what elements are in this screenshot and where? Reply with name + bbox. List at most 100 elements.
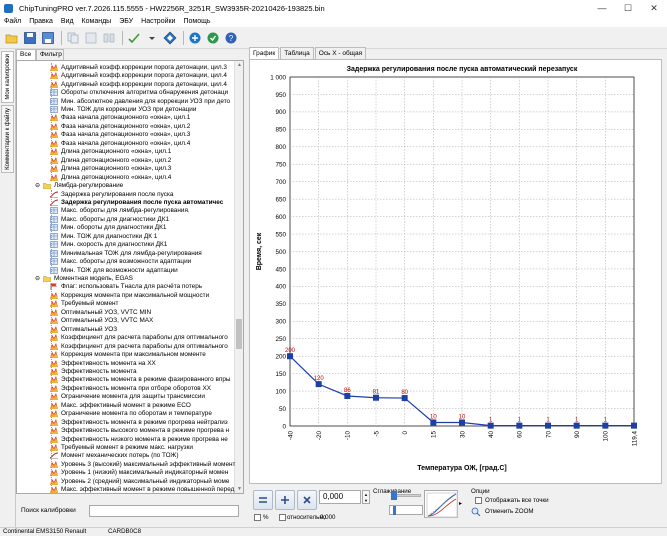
- tree-item[interactable]: Мин. скорость для диагностики ДК1: [50, 240, 167, 249]
- tree-item[interactable]: Макс. обороты для возможности адаптации: [50, 257, 191, 266]
- collapse-icon[interactable]: ⊖: [35, 275, 40, 282]
- tree-item[interactable]: Ограничение момента для защиты трансмисс…: [50, 393, 205, 402]
- menu-edit[interactable]: Правка: [25, 18, 57, 25]
- tree-item[interactable]: Коэффициент для расчета параболы для опт…: [50, 333, 228, 342]
- slider-handle[interactable]: [391, 491, 397, 500]
- dropdown-arrow-icon[interactable]: [144, 30, 160, 46]
- menu-help[interactable]: Помощь: [179, 18, 214, 25]
- tree-item[interactable]: Эффективность момента в режиме прогрева …: [50, 418, 228, 427]
- tree-item[interactable]: Мин. ТОЖ для диагностики ДК 1: [50, 232, 157, 241]
- tree-item[interactable]: Фаза начала детонационного «окна», цил.2: [50, 122, 190, 131]
- tree-item[interactable]: Коррекция момента при максимальном момен…: [50, 350, 206, 359]
- tree-item[interactable]: Эффективность момента в режиме фазирован…: [50, 376, 230, 385]
- close-button[interactable]: ✕: [641, 0, 667, 16]
- tree-item[interactable]: Мин. ТОЖ для возможности адаптации: [50, 266, 178, 275]
- tree-item[interactable]: Уровень 3 (высокий) максимальный эффекти…: [50, 460, 235, 469]
- smoothing-curve-preview[interactable]: [424, 490, 458, 518]
- add-value-button[interactable]: [275, 490, 295, 510]
- copy-icon[interactable]: [65, 30, 81, 46]
- tree-item[interactable]: Макс. эффективный момент в режиме повыше…: [50, 486, 234, 493]
- tree-item[interactable]: Макс. эффективный момент в режиме ECO: [50, 401, 191, 410]
- compare-icon[interactable]: [101, 30, 117, 46]
- tree-item[interactable]: Задержка регулирования после пуска автом…: [50, 198, 223, 207]
- paste-icon[interactable]: [83, 30, 99, 46]
- tab-all[interactable]: Все: [16, 49, 36, 60]
- tree-item[interactable]: Ограничение момента по оборотам и темпер…: [50, 409, 212, 418]
- smoothing-range[interactable]: [389, 505, 423, 515]
- tree-item[interactable]: Оптимальный УОЗ, VVTC MIN: [50, 308, 151, 317]
- tree-item[interactable]: Длина детонационного «окна», цил.3: [50, 164, 171, 173]
- diamond-icon[interactable]: [162, 30, 178, 46]
- menu-file[interactable]: Файл: [0, 18, 25, 25]
- tree-item[interactable]: Коррекция момента при максимальной мощно…: [50, 291, 209, 300]
- tree-item[interactable]: Эффективность момента при отборе оборото…: [50, 384, 211, 393]
- tree-item[interactable]: Мин. абсолютное давления для коррекции У…: [50, 97, 230, 106]
- step-up-icon[interactable]: ▲: [364, 492, 368, 497]
- value-stepper[interactable]: ▲ ▼: [362, 490, 370, 504]
- tree-item[interactable]: Задержка регулирования после пуска: [50, 190, 173, 199]
- multiply-value-button[interactable]: [297, 490, 317, 510]
- tree-item[interactable]: Коэффициент для расчета параболы для опт…: [50, 342, 228, 351]
- tree-item[interactable]: Оптимальный УОЗ: [50, 325, 117, 334]
- relative-checkbox[interactable]: [279, 514, 286, 521]
- tree-item[interactable]: Длина детонационного «окна», цил.2: [50, 156, 171, 165]
- reset-zoom-icon[interactable]: [471, 507, 481, 516]
- tab-graph[interactable]: График: [249, 47, 280, 59]
- tree-scrollbar[interactable]: ▲ ▼: [234, 61, 243, 493]
- save-icon[interactable]: [22, 30, 38, 46]
- checksum-icon[interactable]: [126, 30, 142, 46]
- chart-panel[interactable]: Задержка регулирования после пуска автом…: [249, 59, 662, 484]
- collapse-icon[interactable]: ⊖: [35, 182, 40, 189]
- tree-item[interactable]: Мин. ТОЖ для коррекции УОЗ при детонации: [50, 105, 196, 114]
- menu-view[interactable]: Вид: [57, 18, 78, 25]
- tree-item[interactable]: Макс. обороты для лямбда-регулирования.: [50, 207, 190, 216]
- tree-item[interactable]: Минимальная ТОЖ для лямбда-регулирования: [50, 249, 202, 258]
- tree-item[interactable]: Требуемый момент в режиме макс. нагрузки: [50, 443, 193, 452]
- step-down-icon[interactable]: ▼: [364, 498, 368, 503]
- tree-item[interactable]: Аддитивный коэфф.коррекции порога детона…: [50, 80, 227, 89]
- menu-settings[interactable]: Настройки: [137, 18, 179, 25]
- menu-commands[interactable]: Команды: [78, 18, 116, 25]
- curve-expand-icon[interactable]: ▸: [459, 500, 467, 510]
- set-value-button[interactable]: [253, 490, 273, 510]
- tree-item[interactable]: Длина детонационного «окна», цил.1: [50, 148, 171, 157]
- menu-ecu[interactable]: ЭБУ: [115, 18, 137, 25]
- tree-item[interactable]: Эффективность высокого момента в режиме …: [50, 426, 229, 435]
- tree-item[interactable]: Аддитивный коэфф.коррекции порога детона…: [50, 71, 227, 80]
- tree-item[interactable]: Эффективность момента на XX: [50, 359, 156, 368]
- tree-item[interactable]: Эффективность момента: [50, 367, 137, 376]
- range-handle[interactable]: [393, 506, 396, 515]
- tree-item[interactable]: Уровень 1 (низкий) максимальный индикато…: [50, 469, 228, 478]
- value-input[interactable]: 0,000: [319, 490, 361, 504]
- show-all-points-checkbox[interactable]: [475, 497, 482, 504]
- reset-zoom-button[interactable]: Отменить ZOOM: [485, 508, 534, 515]
- tree-item[interactable]: Момент механических потерь (по ТОЖ): [50, 452, 178, 461]
- tab-x-axis-common[interactable]: Ось X - общая: [314, 47, 367, 59]
- tree-item[interactable]: Требуемый момент: [50, 300, 118, 309]
- tree-item[interactable]: Оптимальный УОЗ, VVTC MAX: [50, 317, 153, 326]
- tree-item[interactable]: Аддитивный коэфф.коррекции порога детона…: [50, 63, 227, 72]
- scroll-thumb[interactable]: [236, 319, 242, 349]
- maximize-button[interactable]: ☐: [615, 0, 641, 16]
- tree-item[interactable]: Обороты отключения алгоритма обнаружения…: [50, 88, 228, 97]
- smoothing-slider[interactable]: [391, 491, 421, 500]
- minimize-button[interactable]: —: [589, 0, 615, 16]
- scroll-up-icon[interactable]: ▲: [235, 61, 243, 69]
- tree-item[interactable]: Фаза начала детонационного «окна», цил.1: [50, 114, 190, 123]
- tree-folder[interactable]: ⊖ Моментная модель, EGAS: [35, 274, 133, 283]
- percent-checkbox[interactable]: [254, 514, 261, 521]
- tree-item[interactable]: Уровень 2 (средний) максимальный индикат…: [50, 477, 229, 486]
- tree-item[interactable]: Фаза начала детонационного «окна», цил.3: [50, 131, 190, 140]
- calibration-tree[interactable]: ▲ ▼ Аддитивный коэфф.коррекции порога де…: [16, 60, 244, 494]
- help-icon[interactable]: ?: [223, 30, 239, 46]
- open-file-icon[interactable]: [4, 30, 20, 46]
- tree-item[interactable]: Макс. обороты для диагностики ДК1: [50, 215, 169, 224]
- tree-item[interactable]: Флаг: использовать Тнасла для расчёта по…: [50, 283, 202, 292]
- search-input[interactable]: [89, 505, 239, 517]
- read-ecu-icon[interactable]: [187, 30, 203, 46]
- tree-folder[interactable]: ⊖ Лямбда-регулирование: [35, 181, 123, 190]
- tree-item[interactable]: Длина детонационного «окна», цил.4: [50, 173, 171, 182]
- tree-item[interactable]: Фаза начала детонационного «окна», цил.4: [50, 139, 190, 148]
- relative-value[interactable]: 0,000: [320, 514, 335, 521]
- tab-filter[interactable]: Фильтр: [36, 49, 64, 60]
